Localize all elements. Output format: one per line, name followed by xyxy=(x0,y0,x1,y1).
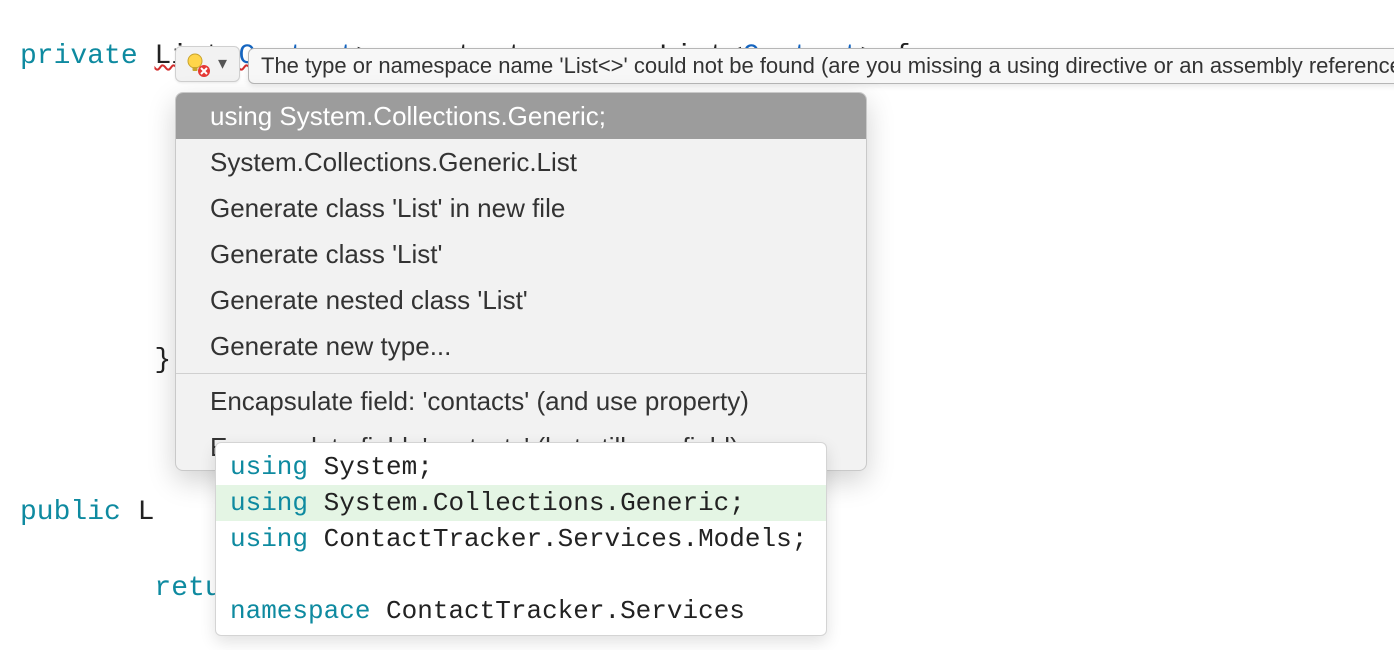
lightbulb-error-icon xyxy=(184,51,210,77)
error-tooltip: The type or namespace name 'List<>' coul… xyxy=(248,48,1394,84)
menu-item-gen-new-type[interactable]: Generate new type... xyxy=(176,323,866,369)
keyword-private: private xyxy=(20,41,138,72)
preview-line: using System; xyxy=(216,449,826,485)
keyword-return: retu xyxy=(154,573,221,604)
menu-item-gen-nested-class[interactable]: Generate nested class 'List' xyxy=(176,277,866,323)
menu-item-gen-class[interactable]: Generate class 'List' xyxy=(176,231,866,277)
menu-item-encapsulate-property[interactable]: Encapsulate field: 'contacts' (and use p… xyxy=(176,378,866,424)
menu-separator xyxy=(176,373,866,374)
quickfix-menu[interactable]: using System.Collections.Generic; System… xyxy=(175,92,867,471)
preview-line-added: using System.Collections.Generic; xyxy=(216,485,826,521)
menu-item-full-name[interactable]: System.Collections.Generic.List xyxy=(176,139,866,185)
quickfix-preview: using System; using System.Collections.G… xyxy=(215,442,827,636)
menu-item-using-generic[interactable]: using System.Collections.Generic; xyxy=(176,93,866,139)
chevron-down-icon: ▾ xyxy=(214,53,231,75)
preview-line: namespace ContactTracker.Services xyxy=(216,593,826,629)
quickfix-lightbulb-button[interactable]: ▾ xyxy=(175,46,240,82)
preview-line: using ContactTracker.Services.Models; xyxy=(216,521,826,557)
menu-item-gen-class-newfile[interactable]: Generate class 'List' in new file xyxy=(176,185,866,231)
keyword-public: public xyxy=(20,497,121,528)
preview-line xyxy=(216,557,826,593)
code-line: } xyxy=(20,646,911,650)
